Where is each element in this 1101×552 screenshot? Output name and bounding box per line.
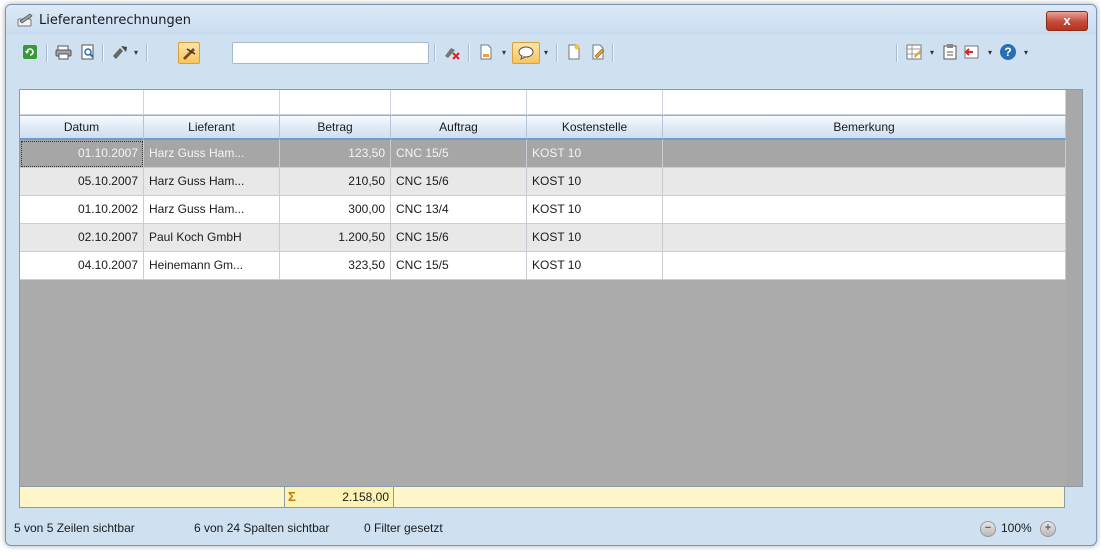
clipboard-icon[interactable] xyxy=(940,42,960,62)
toolbar-separator xyxy=(46,44,48,62)
table-row[interactable]: 05.10.2007 Harz Guss Ham... 210,50 CNC 1… xyxy=(20,168,1066,196)
summary-row: Σ 2.158,00 xyxy=(19,486,1065,508)
cell-auftrag[interactable]: CNC 15/5 xyxy=(391,252,527,280)
filter-cell[interactable] xyxy=(527,90,663,115)
search-input[interactable] xyxy=(232,42,429,64)
cell-lieferant[interactable]: Harz Guss Ham... xyxy=(144,140,280,168)
cell-betrag[interactable]: 210,50 xyxy=(280,168,391,196)
print-icon[interactable] xyxy=(54,42,74,62)
table-header: Datum Lieferant Betrag Auftrag Kostenste… xyxy=(20,116,1066,140)
column-header-betrag[interactable]: Betrag xyxy=(280,116,391,140)
cell-auftrag[interactable]: CNC 15/6 xyxy=(391,224,527,252)
clear-filter-icon[interactable] xyxy=(442,42,462,62)
toolbar-separator xyxy=(556,44,558,62)
cell-auftrag[interactable]: CNC 13/4 xyxy=(391,196,527,224)
cell-lieferant[interactable]: Heinemann Gm... xyxy=(144,252,280,280)
status-rows-visible: 5 von 5 Zeilen sichtbar xyxy=(14,521,135,535)
tools-dropdown-icon[interactable]: ▾ xyxy=(132,48,140,58)
cell-datum[interactable]: 02.10.2007 xyxy=(20,224,144,252)
cell-betrag[interactable]: 323,50 xyxy=(280,252,391,280)
status-columns-visible: 6 von 24 Spalten sichtbar xyxy=(194,521,330,535)
filter-cell[interactable] xyxy=(391,90,527,115)
toolbar: ▾ ▾ ▾ ▾ ▾ ? ▾ xyxy=(6,36,1096,70)
cell-bemerkung[interactable] xyxy=(663,224,1066,252)
notepad-pen-icon xyxy=(17,13,33,27)
cell-betrag[interactable]: 300,00 xyxy=(280,196,391,224)
window-title: Lieferantenrechnungen xyxy=(39,13,191,28)
export-dropdown-icon[interactable]: ▾ xyxy=(500,48,508,58)
sum-total: 2.158,00 xyxy=(342,490,389,504)
title-bar[interactable]: Lieferantenrechnungen x xyxy=(6,5,1096,35)
new-record-icon[interactable] xyxy=(564,42,584,62)
cell-kostenstelle[interactable]: KOST 10 xyxy=(527,168,663,196)
vertical-scrollbar[interactable] xyxy=(1066,89,1083,487)
status-bar: 5 von 5 Zeilen sichtbar 6 von 24 Spalten… xyxy=(6,511,1096,545)
cell-betrag[interactable]: 123,50 xyxy=(280,140,391,168)
exit-dropdown-icon[interactable]: ▾ xyxy=(986,48,994,58)
data-grid[interactable]: Datum Lieferant Betrag Auftrag Kostenste… xyxy=(19,89,1067,487)
column-header-auftrag[interactable]: Auftrag xyxy=(391,116,527,140)
column-header-kostenstelle[interactable]: Kostenstelle xyxy=(527,116,663,140)
cell-auftrag[interactable]: CNC 15/6 xyxy=(391,168,527,196)
tools-icon[interactable] xyxy=(110,42,130,62)
filter-cell[interactable] xyxy=(280,90,391,115)
table-row[interactable]: 01.10.2002 Harz Guss Ham... 300,00 CNC 1… xyxy=(20,196,1066,224)
toolbar-separator xyxy=(102,44,104,62)
cell-datum[interactable]: 01.10.2002 xyxy=(20,196,144,224)
zoom-out-icon[interactable]: − xyxy=(980,521,996,537)
edit-record-icon[interactable] xyxy=(588,42,608,62)
cell-kostenstelle[interactable]: KOST 10 xyxy=(527,196,663,224)
cell-auftrag[interactable]: CNC 15/5 xyxy=(391,140,527,168)
cell-datum[interactable]: 01.10.2007 xyxy=(20,140,144,168)
layout-icon[interactable] xyxy=(904,42,924,62)
table-body: 01.10.2007 Harz Guss Ham... 123,50 CNC 1… xyxy=(20,140,1066,280)
cell-kostenstelle[interactable]: KOST 10 xyxy=(527,224,663,252)
help-icon[interactable]: ? xyxy=(998,42,1018,62)
cell-betrag[interactable]: 1.200,50 xyxy=(280,224,391,252)
cell-bemerkung[interactable] xyxy=(663,168,1066,196)
zoom-in-icon[interactable]: + xyxy=(1040,521,1056,537)
toolbar-separator xyxy=(896,44,898,62)
filter-cell[interactable] xyxy=(20,90,144,115)
cell-datum[interactable]: 04.10.2007 xyxy=(20,252,144,280)
help-dropdown-icon[interactable]: ▾ xyxy=(1022,48,1030,58)
column-header-bemerkung[interactable]: Bemerkung xyxy=(663,116,1066,140)
comment-dropdown-icon[interactable]: ▾ xyxy=(542,48,550,58)
cell-bemerkung[interactable] xyxy=(663,140,1066,168)
cell-kostenstelle[interactable]: KOST 10 xyxy=(527,252,663,280)
sigma-icon: Σ xyxy=(288,489,296,504)
cell-lieferant[interactable]: Harz Guss Ham... xyxy=(144,196,280,224)
toolbar-separator xyxy=(468,44,470,62)
refresh-icon[interactable] xyxy=(20,42,40,62)
filter-cell[interactable] xyxy=(144,90,280,115)
table-row[interactable]: 01.10.2007 Harz Guss Ham... 123,50 CNC 1… xyxy=(20,140,1066,168)
filter-icon[interactable] xyxy=(178,42,200,64)
toolbar-separator xyxy=(434,44,436,62)
cell-lieferant[interactable]: Paul Koch GmbH xyxy=(144,224,280,252)
zoom-level: 100% xyxy=(1001,521,1032,535)
cell-lieferant[interactable]: Harz Guss Ham... xyxy=(144,168,280,196)
table-row[interactable]: 04.10.2007 Heinemann Gm... 323,50 CNC 15… xyxy=(20,252,1066,280)
svg-text:?: ? xyxy=(1004,45,1011,59)
cell-bemerkung[interactable] xyxy=(663,196,1066,224)
cell-datum[interactable]: 05.10.2007 xyxy=(20,168,144,196)
column-header-lieferant[interactable]: Lieferant xyxy=(144,116,280,140)
status-filters: 0 Filter gesetzt xyxy=(364,521,443,535)
cell-kostenstelle[interactable]: KOST 10 xyxy=(527,140,663,168)
comment-icon[interactable] xyxy=(512,42,540,64)
toolbar-separator xyxy=(612,44,614,62)
export-icon[interactable] xyxy=(476,42,496,62)
toolbar-separator xyxy=(146,44,148,62)
layout-dropdown-icon[interactable]: ▾ xyxy=(928,48,936,58)
close-button[interactable]: x xyxy=(1046,11,1088,31)
table-row[interactable]: 02.10.2007 Paul Koch GmbH 1.200,50 CNC 1… xyxy=(20,224,1066,252)
exit-icon[interactable] xyxy=(962,42,982,62)
cell-bemerkung[interactable] xyxy=(663,252,1066,280)
column-header-datum[interactable]: Datum xyxy=(20,116,144,140)
print-preview-icon[interactable] xyxy=(78,42,98,62)
app-window: Lieferantenrechnungen x ▾ ▾ ▾ ▾ ▾ ? ▾ Da… xyxy=(5,4,1097,546)
filter-cell[interactable] xyxy=(663,90,1066,115)
sum-cell-betrag: Σ 2.158,00 xyxy=(284,487,394,507)
filter-row[interactable] xyxy=(20,90,1066,115)
